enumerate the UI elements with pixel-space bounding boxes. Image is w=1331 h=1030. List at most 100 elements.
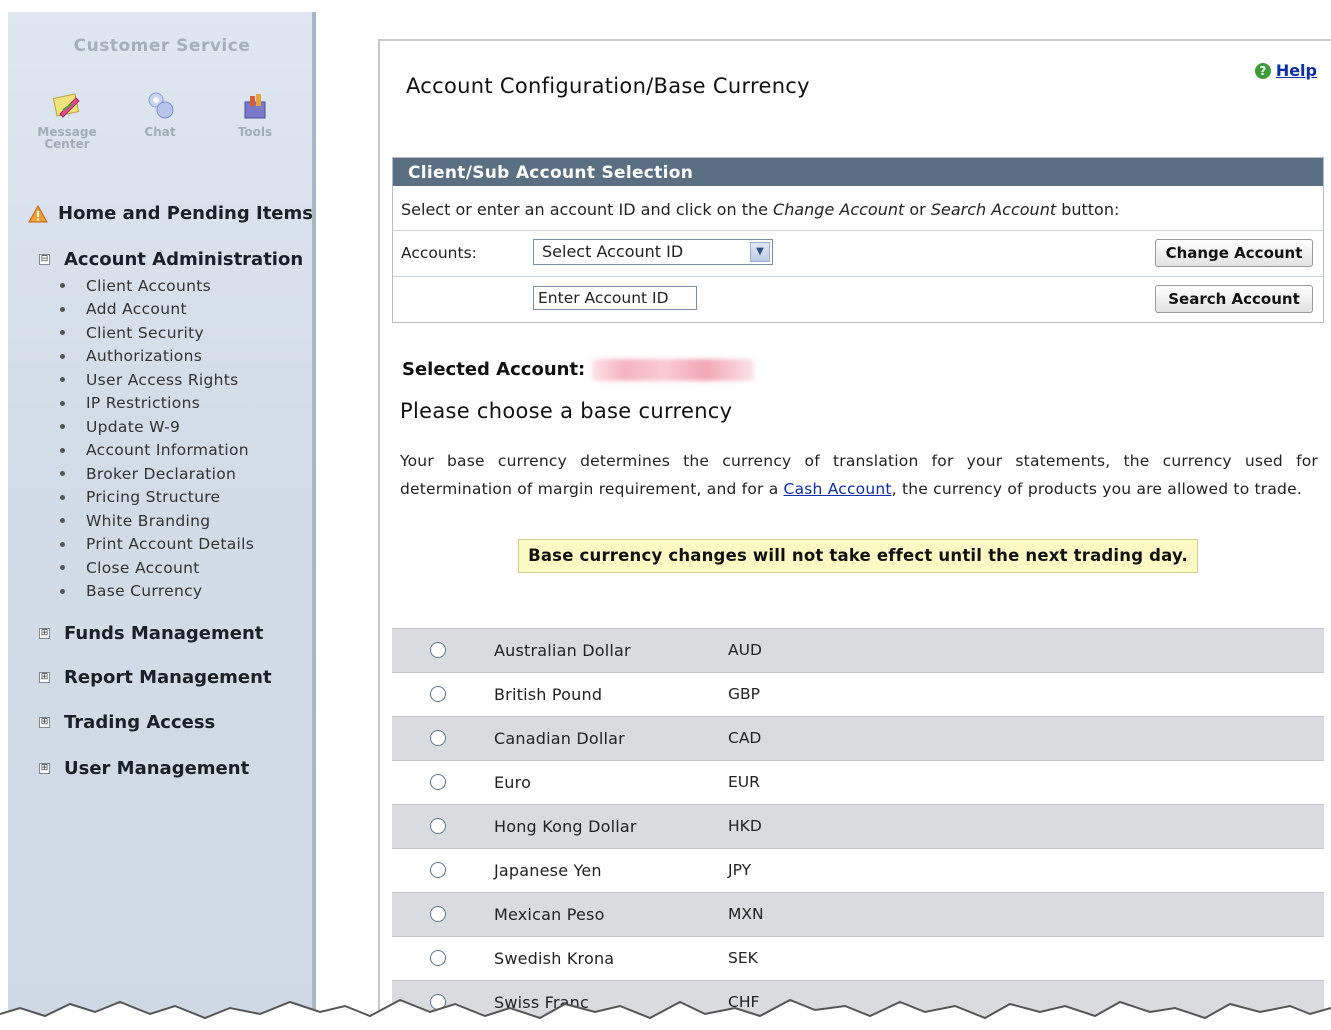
- instruction-text: Select or enter an account ID and click …: [401, 200, 774, 219]
- message-center-icon: [52, 93, 80, 118]
- bullet-icon: [60, 541, 65, 547]
- expand-icon[interactable]: ⊞: [39, 672, 50, 683]
- expand-icon[interactable]: ⊞: [39, 628, 50, 639]
- currency-row-eur[interactable]: Euro EUR: [392, 761, 1324, 805]
- collapse-icon[interactable]: ⊟: [39, 254, 50, 265]
- sidebar-item-add-account[interactable]: Add Account: [56, 298, 254, 322]
- sidebar-item-white-branding[interactable]: White Branding: [56, 509, 254, 533]
- main-panel: Account Configuration/Base Currency ? He…: [378, 39, 1331, 1030]
- account-id-input[interactable]: [533, 286, 697, 310]
- currency-code: SEK: [728, 949, 758, 967]
- chevron-down-icon[interactable]: ▼: [750, 242, 770, 262]
- nav-user-management-label: User Management: [64, 758, 250, 779]
- tools-tool[interactable]: Tools: [210, 90, 300, 138]
- account-admin-list: Client Accounts Add Account Client Secur…: [56, 274, 254, 603]
- sidebar-item-client-security[interactable]: Client Security: [56, 321, 254, 345]
- radio-button[interactable]: [430, 906, 446, 922]
- instruction-or: or: [904, 200, 931, 219]
- sidebar-item-label: Add Account: [86, 300, 187, 319]
- radio-button[interactable]: [430, 774, 446, 790]
- sidebar-item-label: Client Accounts: [86, 276, 211, 295]
- currency-row-mxn[interactable]: Mexican Peso MXN: [392, 893, 1324, 937]
- sidebar-item-label: Close Account: [86, 558, 200, 577]
- bullet-icon: [60, 330, 65, 336]
- warning-icon: [28, 204, 48, 222]
- currency-row-sek[interactable]: Swedish Krona SEK: [392, 937, 1324, 981]
- currency-name: Euro: [494, 773, 532, 792]
- selected-account-redacted: [592, 359, 754, 381]
- currency-code: JPY: [728, 861, 752, 879]
- sidebar-item-label: Update W-9: [86, 417, 181, 436]
- currency-row-cad[interactable]: Canadian Dollar CAD: [392, 717, 1324, 761]
- nav-home-pending[interactable]: Home and Pending Items: [28, 203, 313, 224]
- message-center-label: Message Center: [37, 125, 97, 151]
- sidebar-item-label: Base Currency: [86, 582, 203, 601]
- sidebar-item-close-account[interactable]: Close Account: [56, 556, 254, 580]
- radio-button[interactable]: [430, 642, 446, 658]
- sidebar-item-label: White Branding: [86, 511, 211, 530]
- sidebar-item-client-accounts[interactable]: Client Accounts: [56, 274, 254, 298]
- sidebar: Customer Service Message Center Chat Too…: [8, 12, 316, 1030]
- expand-icon[interactable]: ⊞: [39, 717, 50, 728]
- sidebar-item-pricing-structure[interactable]: Pricing Structure: [56, 486, 254, 510]
- currency-row-gbp[interactable]: British Pound GBP: [392, 673, 1324, 717]
- radio-button[interactable]: [430, 950, 446, 966]
- help-icon: ?: [1254, 62, 1271, 79]
- divider: [393, 276, 1323, 277]
- currency-code: HKD: [728, 817, 762, 835]
- currency-name: Australian Dollar: [494, 641, 631, 660]
- radio-button[interactable]: [430, 818, 446, 834]
- sidebar-item-print-account-details[interactable]: Print Account Details: [56, 533, 254, 557]
- nav-funds-management-label: Funds Management: [64, 623, 264, 644]
- help-link-label[interactable]: Help: [1276, 61, 1317, 80]
- torn-edge-decoration: [0, 998, 1331, 1030]
- nav-trading-access[interactable]: ⊞ Trading Access: [36, 712, 215, 733]
- description-text: , the currency of products you are allow…: [891, 480, 1302, 498]
- change-account-button[interactable]: Change Account: [1155, 239, 1313, 267]
- currency-row-jpy[interactable]: Japanese Yen JPY: [392, 849, 1324, 893]
- nav-funds-management[interactable]: ⊞ Funds Management: [36, 623, 263, 644]
- bullet-icon: [60, 565, 65, 571]
- choose-currency-title: Please choose a base currency: [400, 399, 733, 423]
- message-center-tool[interactable]: Message Center: [22, 90, 112, 150]
- bullet-icon: [60, 447, 65, 453]
- help-link[interactable]: ? Help: [1254, 61, 1317, 80]
- instruction-change: Change Account: [773, 200, 905, 219]
- nav-report-management[interactable]: ⊞ Report Management: [36, 667, 272, 688]
- bullet-icon: [60, 377, 65, 383]
- currency-row-hkd[interactable]: Hong Kong Dollar HKD: [392, 805, 1324, 849]
- sidebar-item-account-information[interactable]: Account Information: [56, 439, 254, 463]
- sidebar-item-update-w9[interactable]: Update W-9: [56, 415, 254, 439]
- bullet-icon: [60, 353, 65, 359]
- bullet-icon: [60, 283, 65, 289]
- nav-home-pending-label: Home and Pending Items: [58, 203, 313, 224]
- currency-code: MXN: [728, 905, 764, 923]
- account-id-select[interactable]: Select Account ID ▼: [533, 239, 773, 265]
- sidebar-item-label: Client Security: [86, 323, 204, 342]
- cash-account-link[interactable]: Cash Account: [784, 480, 892, 498]
- search-account-button[interactable]: Search Account: [1155, 285, 1313, 313]
- radio-button[interactable]: [430, 686, 446, 702]
- sidebar-item-ip-restrictions[interactable]: IP Restrictions: [56, 392, 254, 416]
- nav-account-administration[interactable]: ⊟ Account Administration: [36, 249, 303, 270]
- expand-icon[interactable]: ⊞: [39, 763, 50, 774]
- account-select-value: Select Account ID: [542, 242, 684, 261]
- chat-label: Chat: [144, 125, 176, 139]
- sidebar-item-broker-declaration[interactable]: Broker Declaration: [56, 462, 254, 486]
- bullet-icon: [60, 518, 65, 524]
- nav-user-management[interactable]: ⊞ User Management: [36, 758, 249, 779]
- nav-trading-access-label: Trading Access: [64, 712, 216, 733]
- sidebar-item-user-access-rights[interactable]: User Access Rights: [56, 368, 254, 392]
- radio-button[interactable]: [430, 730, 446, 746]
- sidebar-item-label: User Access Rights: [86, 370, 239, 389]
- sidebar-item-label: Broker Declaration: [86, 464, 237, 483]
- currency-row-aud[interactable]: Australian Dollar AUD: [392, 629, 1324, 673]
- chat-tool[interactable]: Chat: [115, 90, 205, 138]
- sidebar-item-base-currency[interactable]: Base Currency: [56, 580, 254, 604]
- sidebar-item-authorizations[interactable]: Authorizations: [56, 345, 254, 369]
- client-account-selection: Client/Sub Account Selection Select or e…: [392, 157, 1324, 323]
- sidebar-item-label: Authorizations: [86, 347, 203, 366]
- tools-label: Tools: [237, 125, 273, 139]
- radio-button[interactable]: [430, 862, 446, 878]
- currency-name: British Pound: [494, 685, 603, 704]
